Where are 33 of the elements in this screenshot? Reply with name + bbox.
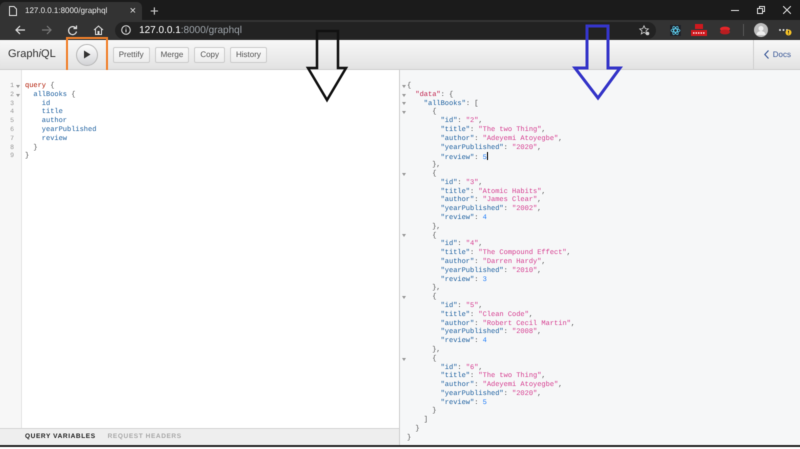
toolbar-button[interactable]: Copy (194, 46, 225, 62)
browser-tab[interactable]: 127.0.0.1:8000/graphql × (0, 2, 142, 20)
address-bar[interactable]: 127.0.0.1:8000/graphql (115, 22, 656, 38)
restore-icon (757, 6, 765, 14)
fold-icon[interactable] (402, 358, 406, 361)
fold-icon[interactable] (402, 234, 406, 238)
fold-icon[interactable] (402, 84, 406, 88)
tab-title: 127.0.0.1:8000/graphql (25, 5, 108, 17)
execute-button[interactable] (76, 44, 98, 66)
toolbar-button[interactable]: History (230, 46, 267, 62)
fold-icon[interactable] (16, 94, 20, 97)
fold-icon[interactable] (402, 296, 406, 300)
forward-arrow-icon (41, 25, 52, 35)
info-icon (121, 25, 132, 35)
close-tab-button[interactable]: × (130, 6, 136, 16)
new-tab-button[interactable]: + (150, 4, 159, 19)
fold-icon[interactable] (402, 102, 406, 106)
home-icon (92, 25, 104, 35)
close-icon (783, 6, 791, 14)
toolbar-button[interactable]: Prettify (112, 46, 150, 62)
app-title: GraphiQL (7, 47, 57, 62)
chevron-left-icon (764, 50, 769, 59)
back-arrow-icon (15, 25, 26, 35)
page-icon (9, 6, 17, 16)
toolbar-button[interactable]: Merge (154, 46, 190, 62)
url-text: 127.0.0.1:8000/graphql (139, 24, 243, 38)
play-icon (82, 50, 91, 59)
fold-icon[interactable] (402, 94, 406, 97)
fold-icon[interactable] (402, 172, 406, 176)
reload-icon (66, 24, 78, 36)
star-icon[interactable] (639, 24, 650, 36)
fold-icon[interactable] (402, 111, 406, 114)
fold-icon[interactable] (16, 84, 20, 88)
